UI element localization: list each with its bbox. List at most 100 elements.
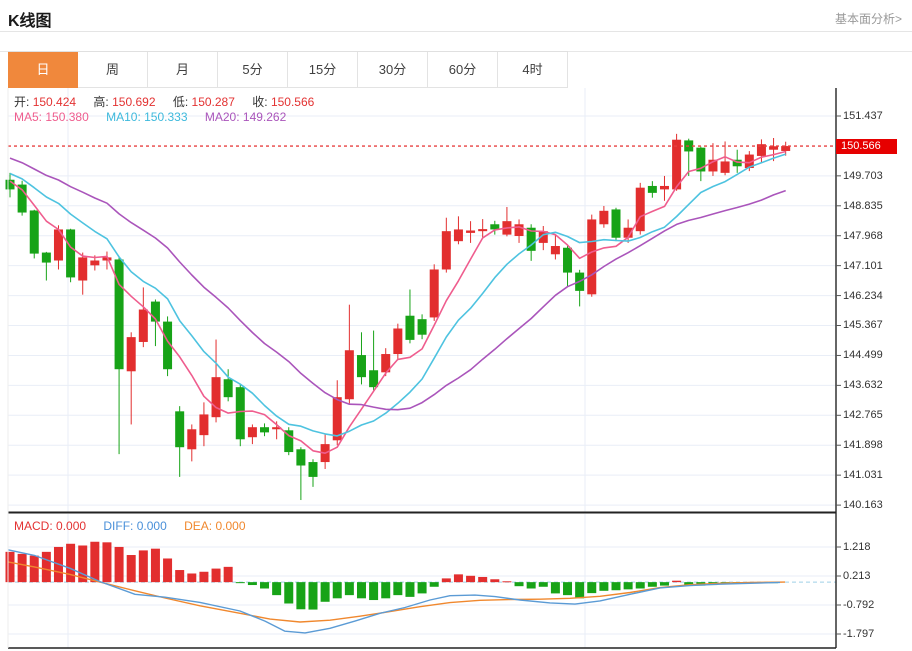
candle-up xyxy=(90,261,99,266)
candle-down xyxy=(42,253,51,263)
candle-up xyxy=(599,211,608,224)
candle-down xyxy=(236,387,245,439)
macd-bar-negative xyxy=(587,582,596,593)
candle-up xyxy=(430,269,439,317)
macd-bar-negative xyxy=(430,582,439,587)
low-value: 150.287 xyxy=(192,95,235,109)
macd-bar-positive xyxy=(212,569,221,583)
high-label: 高: xyxy=(93,95,108,109)
macd-bar-negative xyxy=(260,582,269,588)
candle-up xyxy=(442,231,451,269)
axis-tick-label: 151.437 xyxy=(843,110,883,122)
candle-down xyxy=(648,186,657,193)
tab-日[interactable]: 日 xyxy=(8,52,78,88)
open-label: 开: xyxy=(14,95,29,109)
macd-bar-positive xyxy=(102,542,111,582)
candle-down xyxy=(30,210,39,253)
dea-label: DEA: xyxy=(184,519,212,533)
timeframe-tabs: 日周月5分15分30分60分4时 xyxy=(8,51,568,88)
fundamental-analysis-link[interactable]: 基本面分析> xyxy=(835,10,902,27)
macd-bar-positive xyxy=(466,576,475,582)
candle-down xyxy=(418,319,427,335)
macd-bar-positive xyxy=(490,579,499,582)
macd-bar-negative xyxy=(648,582,657,587)
macd-bar-negative xyxy=(575,582,584,598)
candle-down xyxy=(224,379,233,397)
macd-bar-positive xyxy=(478,577,487,582)
axis-tick-label: 145.367 xyxy=(843,319,883,331)
macd-bar-positive xyxy=(18,554,27,582)
page-title: K线图 xyxy=(8,7,52,31)
tab-60分[interactable]: 60分 xyxy=(428,52,498,88)
macd-bar-negative xyxy=(345,582,354,595)
tab-15分[interactable]: 15分 xyxy=(288,52,358,88)
ma10-line xyxy=(10,154,786,436)
candle-down xyxy=(260,427,269,432)
macd-bar-positive xyxy=(115,547,124,582)
tab-5分[interactable]: 5分 xyxy=(218,52,288,88)
macd-bar-negative xyxy=(636,582,645,588)
macd-bar-positive xyxy=(442,578,451,582)
ma-legend: MA5: 150.380 MA10: 150.333 MA20: 149.262 xyxy=(14,110,300,124)
ma20-value: 149.262 xyxy=(243,110,286,124)
macd-bar-negative xyxy=(321,582,330,602)
axis-tick-label: 1.218 xyxy=(843,541,871,553)
axis-tick-label: 148.835 xyxy=(843,200,883,212)
candle-up xyxy=(587,219,596,294)
ma10-value: 150.333 xyxy=(144,110,187,124)
macd-bar-negative xyxy=(357,582,366,598)
candle-down xyxy=(563,248,572,273)
high-value: 150.692 xyxy=(112,95,155,109)
macd-label: MACD: xyxy=(14,519,53,533)
axis-tick-label: 0.213 xyxy=(843,570,871,582)
macd-bar-positive xyxy=(151,549,160,582)
tab-月[interactable]: 月 xyxy=(148,52,218,88)
candle-up xyxy=(636,188,645,231)
macd-bar-negative xyxy=(284,582,293,603)
candle-up xyxy=(78,257,87,280)
macd-bar-negative xyxy=(624,582,633,589)
macd-value: 0.000 xyxy=(56,519,86,533)
ma20-label: MA20: xyxy=(205,110,240,124)
macd-bar-positive xyxy=(454,574,463,582)
tab-周[interactable]: 周 xyxy=(78,52,148,88)
tab-30分[interactable]: 30分 xyxy=(358,52,428,88)
axis-tick-label: 140.163 xyxy=(843,499,883,511)
tab-4时[interactable]: 4时 xyxy=(498,52,568,88)
close-label: 收: xyxy=(252,95,267,109)
candle-up xyxy=(187,429,196,449)
macd-bar-negative xyxy=(660,582,669,585)
candle-up xyxy=(551,246,560,254)
macd-bar-negative xyxy=(333,582,342,598)
candle-down xyxy=(66,229,75,277)
candle-up xyxy=(212,377,221,417)
macd-bar-negative xyxy=(527,582,536,588)
candle-up xyxy=(199,414,208,435)
open-value: 150.424 xyxy=(33,95,76,109)
ma5-value: 150.380 xyxy=(45,110,88,124)
candle-up xyxy=(660,186,669,189)
candle-down xyxy=(357,355,366,377)
candle-down xyxy=(309,462,318,477)
candle-up xyxy=(769,146,778,149)
candle-up xyxy=(248,427,257,437)
macd-bar-negative xyxy=(236,582,245,583)
candle-down xyxy=(296,449,305,465)
macd-bar-negative xyxy=(539,582,548,587)
candle-up xyxy=(139,310,148,342)
axis-tick-label: 142.765 xyxy=(843,409,883,421)
ma20-line xyxy=(10,158,786,410)
axis-tick-label: 141.031 xyxy=(843,469,883,481)
macd-bar-negative xyxy=(599,582,608,591)
axis-tick-label: 144.499 xyxy=(843,349,883,361)
ma5-line xyxy=(10,152,786,454)
candle-up xyxy=(478,229,487,231)
macd-bar-negative xyxy=(418,582,427,593)
macd-bar-positive xyxy=(6,552,15,582)
macd-bar-positive xyxy=(42,552,51,582)
candle-down xyxy=(612,209,621,237)
macd-bar-positive xyxy=(163,558,172,582)
candle-up xyxy=(466,230,475,232)
axis-tick-label: -0.792 xyxy=(843,599,874,611)
macd-bar-negative xyxy=(272,582,281,595)
